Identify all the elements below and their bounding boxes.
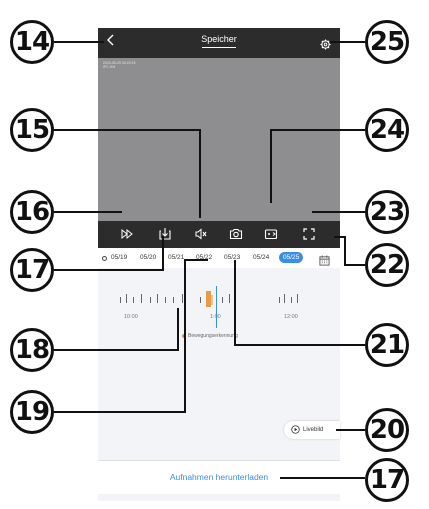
timeline-tick [222,297,223,303]
timeline-tick [120,297,121,303]
timeline-tick [133,297,134,303]
app-screen: Speicher 2020-05-25 06:20:15 IPC.HM 05/1… [98,28,340,501]
callout-21: 21 [365,323,409,367]
video-timestamp: 2020-05-25 06:20:15 IPC.HM [103,61,136,69]
calendar-button[interactable] [319,253,330,266]
fullscreen-icon [303,228,315,240]
callout-19: 19 [10,390,54,434]
callout-25: 25 [365,20,409,64]
timeline-tick [157,294,158,303]
gear-icon [320,39,331,50]
callout-23: 23 [365,190,409,234]
download-icon [159,228,171,240]
callout-20: 20 [365,408,409,452]
play-circle-icon [291,425,300,434]
timeline-tick [279,297,280,303]
video-record-icon [264,229,278,240]
date-item[interactable]: 05/22 [196,253,212,263]
download-button[interactable] [158,227,172,241]
mute-button[interactable] [194,227,208,241]
download-recordings-link[interactable]: Aufnahmen herunterladen [98,460,340,494]
legend-dot [182,333,186,338]
timeline-tick [182,294,183,303]
callout-24: 24 [365,108,409,152]
date-item[interactable]: 05/23 [224,253,240,263]
callout-16: 16 [10,190,54,234]
timeline-tick [291,297,292,303]
timeline-tick [126,294,127,303]
timeline-tick [141,294,142,303]
date-item-selected[interactable]: 05/25 [279,252,304,263]
callout-18: 18 [10,328,54,372]
date-indicator-dot [102,256,107,261]
playback-speed-button[interactable] [120,227,134,241]
motion-event-marker[interactable] [211,295,213,305]
timeline-tick [165,297,166,303]
timeline-tick [284,294,285,303]
motion-legend: Bewegungserkennung [182,333,238,339]
timeline-label: 12:00 [284,314,298,320]
timeline-label: 10:00 [124,314,138,320]
video-player[interactable]: 2020-05-25 06:20:15 IPC.HM [98,58,340,221]
callout-22: 22 [365,243,409,287]
live-view-label: Livebild [303,427,324,433]
player-toolbar [98,221,340,248]
timeline-label: 1:00 [210,314,221,320]
calendar-icon [319,255,330,266]
date-item[interactable]: 05/21 [168,253,184,263]
date-strip: 05/19 05/20 05/21 05/22 05/23 05/24 05/2… [98,248,340,268]
date-item[interactable]: 05/24 [253,253,269,263]
timeline-tick [200,297,201,303]
timestamp-device: IPC.HM [103,65,116,69]
speaker-mute-icon [195,228,207,240]
date-item[interactable]: 05/20 [140,253,156,263]
live-view-button[interactable]: Livebild [284,421,340,439]
settings-button[interactable] [320,37,331,50]
header-bar: Speicher [98,28,340,58]
legend-label: Bewegungserkennung [188,333,238,339]
date-item[interactable]: 05/19 [111,253,127,263]
callout-15: 15 [10,108,54,152]
camera-icon [229,228,243,240]
timeline-tick [229,294,230,303]
callout-17-bottom: 17 [365,458,409,502]
timeline-tick [173,297,174,303]
snapshot-button[interactable] [229,227,243,241]
fast-forward-icon [121,228,133,240]
timeline-tick [150,297,151,303]
fullscreen-button[interactable] [302,227,316,241]
title-underline [202,47,236,48]
timeline-cursor[interactable] [216,286,217,328]
callout-17: 17 [10,248,54,292]
timeline-tick [297,294,298,303]
callout-14: 14 [10,20,54,64]
record-button[interactable] [264,227,278,241]
